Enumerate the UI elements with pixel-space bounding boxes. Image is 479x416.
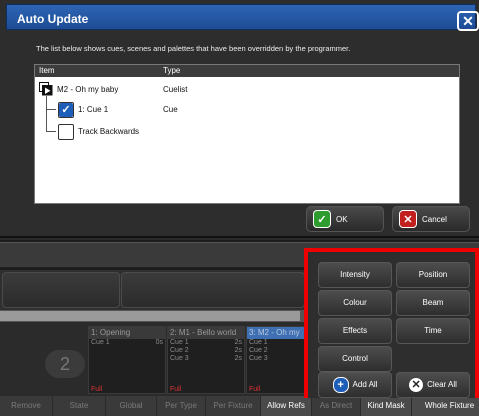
dialog-description: The list below shows cues, scenes and pa… xyxy=(36,44,351,53)
tree-connector xyxy=(46,131,56,132)
scrollbar-thumb[interactable] xyxy=(0,311,300,321)
table-row-type: Cue xyxy=(163,105,178,114)
clear-icon: ✕ xyxy=(409,378,424,392)
cuelist-state: Full xyxy=(91,386,103,393)
cuelist-icon xyxy=(39,82,53,96)
add-all-button[interactable]: + Add All xyxy=(318,372,392,398)
table-row-item: M2 - Oh my baby xyxy=(57,85,119,94)
global-button[interactable]: Global xyxy=(106,396,157,416)
cue-checkbox[interactable]: ✓ xyxy=(58,102,74,118)
clear-all-label: Clear All xyxy=(427,380,457,389)
table-row-item: Track Backwards xyxy=(78,127,140,136)
check-icon: ✓ xyxy=(313,210,331,228)
cuelist-header: 2: M1 - Bello world xyxy=(168,327,244,339)
cancel-label: Cancel xyxy=(422,214,447,224)
as-direct-button[interactable]: As Direct xyxy=(312,396,361,416)
beam-button[interactable]: Beam xyxy=(396,290,470,316)
cancel-button[interactable]: ✕ Cancel xyxy=(392,206,470,232)
cue-line: Cue 1 2s xyxy=(170,339,242,346)
dialog-title-bar: Auto Update ✕ xyxy=(6,4,479,31)
kind-mask-panel: Intensity Position Colour Beam Effects T… xyxy=(304,248,479,398)
bottom-toolbar: Remove State Global Per Type Per Fixture… xyxy=(0,396,479,416)
allow-refs-button[interactable]: Allow Refs xyxy=(261,396,312,416)
table-row-item: 1: Cue 1 xyxy=(78,105,109,114)
playback-cell[interactable] xyxy=(2,272,120,308)
column-header-item: Item xyxy=(39,66,55,75)
per-fixture-button[interactable]: Per Fixture xyxy=(206,396,261,416)
effects-button[interactable]: Effects xyxy=(318,318,392,344)
ok-label: OK xyxy=(336,214,348,224)
table-header: Item Type xyxy=(35,65,459,77)
cuelist-panel[interactable]: 1: Opening Cue 1 0s Full xyxy=(88,326,166,394)
playback-cell[interactable] xyxy=(121,272,305,308)
colour-button[interactable]: Colour xyxy=(318,290,392,316)
dialog-title: Auto Update xyxy=(17,12,89,26)
cuelist-header: 1: Opening xyxy=(89,327,165,339)
time-button[interactable]: Time xyxy=(396,318,470,344)
remove-button[interactable]: Remove xyxy=(0,396,53,416)
cuelist-state: Full xyxy=(249,386,261,393)
position-button[interactable]: Position xyxy=(396,262,470,288)
tree-connector xyxy=(46,109,56,110)
state-button[interactable]: State xyxy=(53,396,106,416)
whole-fixture-button[interactable]: Whole Fixture xyxy=(412,396,479,416)
cuelist-state: Full xyxy=(170,386,182,393)
page-number: 2 xyxy=(45,350,85,378)
intensity-button[interactable]: Intensity xyxy=(318,262,392,288)
cue-line: Cue 3 2s xyxy=(170,355,242,362)
per-type-button[interactable]: Per Type xyxy=(157,396,206,416)
control-button[interactable]: Control xyxy=(318,346,392,372)
cue-line: Cue 2 2s xyxy=(170,347,242,354)
track-backwards-checkbox[interactable] xyxy=(58,124,74,140)
cancel-icon: ✕ xyxy=(399,210,417,228)
plus-icon: + xyxy=(332,377,349,393)
checkmark-icon: ✓ xyxy=(59,103,73,117)
kind-mask-button[interactable]: Kind Mask xyxy=(361,396,412,416)
cuelist-panel[interactable]: 2: M1 - Bello world Cue 1 2s Cue 2 2s Cue … xyxy=(167,326,245,394)
add-all-label: Add All xyxy=(352,380,378,389)
cue-line: Cue 1 0s xyxy=(91,339,163,346)
ok-button[interactable]: ✓ OK xyxy=(306,206,384,232)
close-icon[interactable]: ✕ xyxy=(457,11,479,31)
column-header-type: Type xyxy=(163,66,181,75)
table-row-type: Cuelist xyxy=(163,85,188,94)
clear-all-button[interactable]: ✕ Clear All xyxy=(396,372,470,398)
tree-connector xyxy=(46,96,47,132)
